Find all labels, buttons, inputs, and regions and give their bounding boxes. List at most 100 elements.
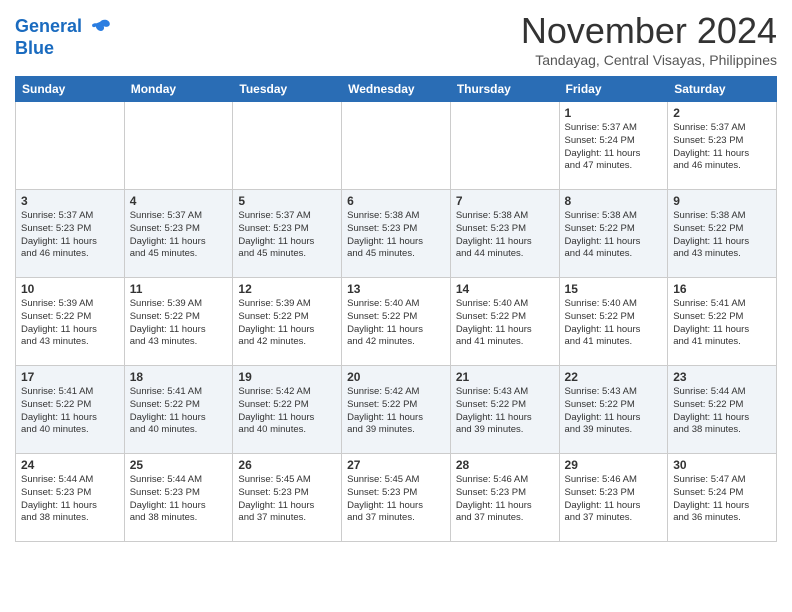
day-info: Sunrise: 5:44 AM Sunset: 5:22 PM Dayligh… — [673, 386, 771, 437]
table-row: 9 Sunrise: 5:38 AM Sunset: 5:22 PM Daylig… — [668, 190, 777, 278]
logo: General Blue — [15, 16, 111, 59]
day-info: Sunrise: 5:44 AM Sunset: 5:23 PM Dayligh… — [21, 474, 119, 525]
table-row: 12Sunrise: 5:39 AM Sunset: 5:22 PM Dayli… — [233, 278, 342, 366]
table-row: 18 Sunrise: 5:41 AM Sunset: 5:22 PM Dayli… — [124, 366, 233, 454]
calendar-week-row: 1 Sunrise: 5:37 AM Sunset: 5:24 PM Daylig… — [16, 102, 777, 190]
table-row: 24 Sunrise: 5:44 AM Sunset: 5:23 PM Dayli… — [16, 454, 125, 542]
table-row: 2 Sunrise: 5:37 AM Sunset: 5:23 PM Daylig… — [668, 102, 777, 190]
table-row — [124, 102, 233, 190]
day-info: Sunrise: 5:45 AM Sunset: 5:23 PM Dayligh… — [347, 474, 445, 525]
day-info: Sunrise: 5:37 AM Sunset: 5:23 PM Dayligh… — [673, 122, 771, 173]
table-row: 26Sunrise: 5:45 AM Sunset: 5:23 PM Dayli… — [233, 454, 342, 542]
table-row: 3Sunrise: 5:37 AM Sunset: 5:23 PM Daylig… — [16, 190, 125, 278]
day-number: 9 — [673, 194, 771, 208]
day-info: Sunrise: 5:37 AM Sunset: 5:23 PM Dayligh… — [238, 210, 336, 261]
day-number: 18 — [130, 370, 228, 384]
day-info: Sunrise: 5:42 AM Sunset: 5:22 PM Dayligh… — [347, 386, 445, 437]
day-number: 22 — [565, 370, 663, 384]
day-number: 24 — [21, 458, 119, 472]
day-info: Sunrise: 5:38 AM Sunset: 5:23 PM Dayligh… — [456, 210, 554, 261]
table-row: 4 Sunrise: 5:37 AM Sunset: 5:23 PM Daylig… — [124, 190, 233, 278]
day-info: Sunrise: 5:38 AM Sunset: 5:22 PM Dayligh… — [565, 210, 663, 261]
col-tuesday: Tuesday — [233, 77, 342, 102]
day-number: 13 — [347, 282, 445, 296]
table-row: 29Sunrise: 5:46 AM Sunset: 5:23 PM Dayli… — [559, 454, 668, 542]
calendar-week-row: 10 Sunrise: 5:39 AM Sunset: 5:22 PM Dayli… — [16, 278, 777, 366]
table-row: 13 Sunrise: 5:40 AM Sunset: 5:22 PM Dayli… — [342, 278, 451, 366]
day-info: Sunrise: 5:41 AM Sunset: 5:22 PM Dayligh… — [673, 298, 771, 349]
table-row: 14 Sunrise: 5:40 AM Sunset: 5:22 PM Dayli… — [450, 278, 559, 366]
table-row: 28 Sunrise: 5:46 AM Sunset: 5:23 PM Dayli… — [450, 454, 559, 542]
table-row: 16Sunrise: 5:41 AM Sunset: 5:22 PM Dayli… — [668, 278, 777, 366]
table-row: 1 Sunrise: 5:37 AM Sunset: 5:24 PM Daylig… — [559, 102, 668, 190]
logo-blue-text: Blue — [15, 38, 111, 60]
day-number: 10 — [21, 282, 119, 296]
calendar-table: Sunday Monday Tuesday Wednesday Thursday… — [15, 76, 777, 542]
day-info: Sunrise: 5:42 AM Sunset: 5:22 PM Dayligh… — [238, 386, 336, 437]
table-row: 19 Sunrise: 5:42 AM Sunset: 5:22 PM Dayli… — [233, 366, 342, 454]
table-row: 10Sunrise: 5:39 AM Sunset: 5:22 PM Dayli… — [16, 278, 125, 366]
day-number: 14 — [456, 282, 554, 296]
day-number: 1 — [565, 106, 663, 120]
day-number: 7 — [456, 194, 554, 208]
page-header: General Blue November 2024 Tandayag, Cen… — [15, 10, 777, 68]
day-info: Sunrise: 5:41 AM Sunset: 5:22 PM Dayligh… — [130, 386, 228, 437]
table-row: 5 Sunrise: 5:37 AM Sunset: 5:23 PM Daylig… — [233, 190, 342, 278]
col-wednesday: Wednesday — [342, 77, 451, 102]
location: Tandayag, Central Visayas, Philippines — [521, 52, 777, 68]
day-info: Sunrise: 5:37 AM Sunset: 5:23 PM Dayligh… — [130, 210, 228, 261]
col-sunday: Sunday — [16, 77, 125, 102]
table-row: 25 Sunrise: 5:44 AM Sunset: 5:23 PM Dayli… — [124, 454, 233, 542]
day-number: 17 — [21, 370, 119, 384]
day-number: 12 — [238, 282, 336, 296]
day-number: 30 — [673, 458, 771, 472]
day-info: Sunrise: 5:40 AM Sunset: 5:22 PM Dayligh… — [456, 298, 554, 349]
day-info: Sunrise: 5:39 AM Sunset: 5:22 PM Dayligh… — [130, 298, 228, 349]
day-number: 2 — [673, 106, 771, 120]
day-number: 27 — [347, 458, 445, 472]
day-info: Sunrise: 5:41 AM Sunset: 5:22 PM Dayligh… — [21, 386, 119, 437]
day-info: Sunrise: 5:37 AM Sunset: 5:24 PM Dayligh… — [565, 122, 663, 173]
day-number: 4 — [130, 194, 228, 208]
day-number: 11 — [130, 282, 228, 296]
day-info: Sunrise: 5:43 AM Sunset: 5:22 PM Dayligh… — [456, 386, 554, 437]
day-number: 28 — [456, 458, 554, 472]
table-row: 15 Sunrise: 5:40 AM Sunset: 5:22 PM Dayli… — [559, 278, 668, 366]
month-title: November 2024 — [521, 10, 777, 52]
day-number: 6 — [347, 194, 445, 208]
table-row: 7 Sunrise: 5:38 AM Sunset: 5:23 PM Daylig… — [450, 190, 559, 278]
col-monday: Monday — [124, 77, 233, 102]
col-friday: Friday — [559, 77, 668, 102]
table-row — [233, 102, 342, 190]
day-info: Sunrise: 5:46 AM Sunset: 5:23 PM Dayligh… — [456, 474, 554, 525]
table-row: 17 Sunrise: 5:41 AM Sunset: 5:22 PM Dayli… — [16, 366, 125, 454]
table-row: 11 Sunrise: 5:39 AM Sunset: 5:22 PM Dayli… — [124, 278, 233, 366]
day-number: 21 — [456, 370, 554, 384]
day-info: Sunrise: 5:40 AM Sunset: 5:22 PM Dayligh… — [565, 298, 663, 349]
day-info: Sunrise: 5:40 AM Sunset: 5:22 PM Dayligh… — [347, 298, 445, 349]
day-number: 15 — [565, 282, 663, 296]
day-info: Sunrise: 5:37 AM Sunset: 5:23 PM Dayligh… — [21, 210, 119, 261]
day-number: 5 — [238, 194, 336, 208]
table-row: 8Sunrise: 5:38 AM Sunset: 5:22 PM Daylig… — [559, 190, 668, 278]
day-info: Sunrise: 5:43 AM Sunset: 5:22 PM Dayligh… — [565, 386, 663, 437]
table-row — [342, 102, 451, 190]
day-number: 20 — [347, 370, 445, 384]
calendar-header-row: Sunday Monday Tuesday Wednesday Thursday… — [16, 77, 777, 102]
table-row: 30 Sunrise: 5:47 AM Sunset: 5:24 PM Dayli… — [668, 454, 777, 542]
table-row — [16, 102, 125, 190]
title-block: November 2024 Tandayag, Central Visayas,… — [521, 10, 777, 68]
day-number: 19 — [238, 370, 336, 384]
day-number: 25 — [130, 458, 228, 472]
calendar-week-row: 3Sunrise: 5:37 AM Sunset: 5:23 PM Daylig… — [16, 190, 777, 278]
day-info: Sunrise: 5:44 AM Sunset: 5:23 PM Dayligh… — [130, 474, 228, 525]
table-row: 23 Sunrise: 5:44 AM Sunset: 5:22 PM Dayli… — [668, 366, 777, 454]
col-saturday: Saturday — [668, 77, 777, 102]
day-number: 29 — [565, 458, 663, 472]
day-info: Sunrise: 5:47 AM Sunset: 5:24 PM Dayligh… — [673, 474, 771, 525]
day-number: 23 — [673, 370, 771, 384]
day-info: Sunrise: 5:38 AM Sunset: 5:22 PM Dayligh… — [673, 210, 771, 261]
calendar-week-row: 24 Sunrise: 5:44 AM Sunset: 5:23 PM Dayli… — [16, 454, 777, 542]
table-row: 20 Sunrise: 5:42 AM Sunset: 5:22 PM Dayli… — [342, 366, 451, 454]
table-row: 6Sunrise: 5:38 AM Sunset: 5:23 PM Daylig… — [342, 190, 451, 278]
